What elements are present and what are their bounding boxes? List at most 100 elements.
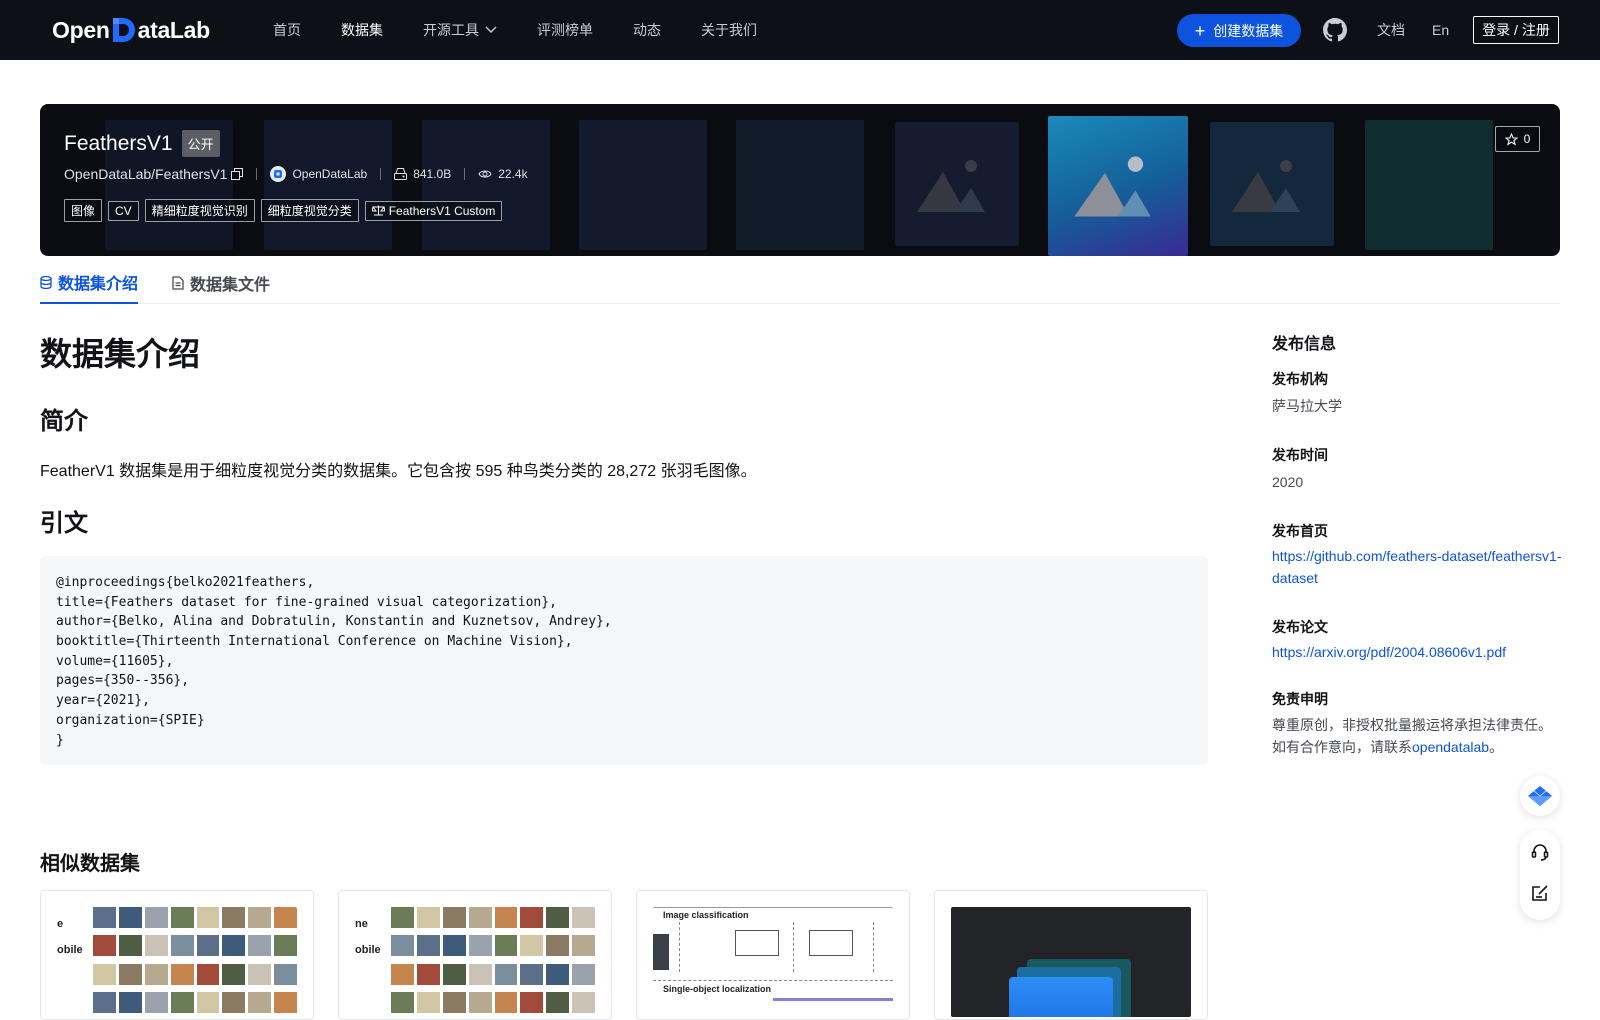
similar-dataset-card[interactable]: e obile: [40, 890, 314, 1020]
thumbnail-text: obile: [355, 944, 381, 956]
disclaimer-text: 尊重原创，非授权批量搬运将承担法律责任。 如有合作意向，请联系opendatal…: [1272, 717, 1552, 755]
thumbnail-tile: [222, 935, 246, 957]
thumbnail-tile: [93, 907, 116, 928]
thumbnail-tile: [93, 935, 116, 957]
create-dataset-button[interactable]: + 创建数据集: [1177, 14, 1301, 47]
thumbnail-text: ne: [355, 918, 368, 930]
divider: [256, 168, 258, 180]
dataset-title: FeathersV1 公开: [64, 130, 220, 157]
image-placeholder-icon: [1048, 116, 1188, 256]
publisher[interactable]: OpenDataLab: [270, 166, 367, 182]
thumbnail-tile: [248, 963, 272, 985]
homepage-link[interactable]: https://github.com/feathers-dataset/feat…: [1272, 545, 1562, 589]
file-icon: [172, 276, 184, 290]
thumbnail-tile: [274, 991, 297, 1013]
nav-datasets[interactable]: 数据集: [341, 20, 383, 40]
thumbnail-tile: [248, 991, 272, 1013]
paper-link[interactable]: https://arxiv.org/pdf/2004.08606v1.pdf: [1272, 641, 1562, 663]
thumbnail-tile: [93, 991, 116, 1013]
divider: [679, 922, 680, 972]
logo-d-icon: [111, 16, 137, 44]
thumbnail-tile: [196, 907, 220, 928]
thumbnail-tile: [572, 907, 595, 928]
image-placeholder-icon: [895, 122, 1019, 246]
thumbnail-tile: [546, 963, 570, 985]
github-icon[interactable]: [1323, 18, 1347, 47]
nav-leaderboard[interactable]: 评测榜单: [537, 20, 593, 40]
thumbnail-tile: [196, 963, 220, 985]
assistant-diamond-icon: [1528, 786, 1552, 806]
dataset-name: FeathersV1: [64, 131, 173, 155]
thumbnail-tile: [442, 963, 466, 985]
thumbnail-tile: [144, 963, 168, 985]
tab-dataset-files[interactable]: 数据集文件: [172, 262, 270, 304]
tag[interactable]: CV: [108, 200, 139, 221]
tag[interactable]: 图像: [64, 199, 103, 222]
intro-heading: 简介: [40, 408, 88, 435]
nav-language[interactable]: En: [1432, 0, 1449, 60]
tab-dataset-intro[interactable]: 数据集介绍: [40, 262, 139, 304]
similar-dataset-card[interactable]: Image classification Single-object local…: [636, 890, 910, 1020]
thumbnail-text: obile: [57, 944, 83, 956]
publisher-avatar-icon: [270, 166, 287, 182]
thumbnail-tile: [118, 907, 142, 928]
code-line: }: [56, 732, 64, 748]
nav-home[interactable]: 首页: [273, 20, 301, 40]
thumbnail-tile: [274, 907, 297, 928]
contact-link[interactable]: opendatalab: [1412, 739, 1489, 755]
thumbnail-tile: [494, 991, 518, 1013]
license-tag[interactable]: FeathersV1 Custom: [364, 200, 503, 221]
image-placeholder-icon: [1210, 122, 1334, 246]
thumbnail-tile: [196, 935, 220, 957]
plus-icon: +: [1194, 20, 1206, 41]
similar-dataset-card[interactable]: ne obile: [338, 890, 612, 1020]
feedback-icon[interactable]: [1530, 883, 1550, 903]
logo[interactable]: Open ataLab: [52, 15, 210, 45]
tag[interactable]: 精细粒度视觉识别: [144, 199, 255, 222]
thumbnail-tile: [274, 963, 297, 985]
image-grid: [93, 907, 297, 1017]
thumbnail-text: Image classification: [663, 910, 749, 920]
banner-tile: [422, 120, 550, 250]
page-title: 数据集介绍: [40, 336, 201, 372]
card-thumbnail: Image classification Single-object local…: [653, 907, 893, 1017]
card-thumbnail: [951, 907, 1191, 1017]
code-line: author={Belko, Alina and Dobratulin, Kon…: [56, 614, 612, 630]
code-line: year={2021},: [56, 693, 150, 709]
thumbnail-tile: [442, 907, 466, 928]
thumbnail-tile: [572, 991, 595, 1013]
tag-list: 图像 CV 精细粒度视觉识别 细粒度视觉分类 FeathersV1 Custom: [64, 199, 508, 222]
similar-dataset-card[interactable]: [934, 890, 1208, 1020]
banner-tile: [736, 120, 864, 250]
divider: [380, 168, 382, 180]
code-line: title={Feathers dataset for fine-grained…: [56, 594, 557, 610]
visibility-badge: 公开: [181, 130, 220, 157]
nav-docs[interactable]: 文档: [1377, 0, 1405, 60]
diagram-box: [809, 930, 853, 956]
card-thumbnail: e obile: [57, 907, 297, 1017]
homepage-label: 发布首页: [1272, 523, 1328, 539]
assistant-button[interactable]: [1520, 776, 1560, 816]
code-line: booktitle={Thirteenth International Conf…: [56, 634, 573, 650]
nav-open-tools[interactable]: 开源工具: [423, 20, 497, 40]
citation-heading: 引文: [40, 510, 88, 537]
customer-service-icon[interactable]: [1530, 842, 1550, 862]
star-button[interactable]: 0: [1495, 126, 1540, 152]
floating-action-group: [1520, 830, 1560, 920]
thumbnail-tile: [274, 935, 297, 957]
dataset-path: OpenDataLab/FeathersV1: [64, 166, 228, 182]
dataset-meta: OpenDataLab/FeathersV1 OpenDataLab 841.0…: [64, 166, 528, 182]
nav-about[interactable]: 关于我们: [701, 20, 757, 40]
thumbnail-tile: [93, 963, 116, 985]
thumbnail-tile: [222, 963, 246, 985]
thumbnail-tile: [144, 907, 168, 928]
thumbnail-tile: [546, 935, 570, 957]
nav-news[interactable]: 动态: [633, 20, 661, 40]
thumbnail-tile: [572, 935, 595, 957]
code-line: volume={11605},: [56, 653, 174, 669]
thumbnail-tile: [118, 991, 142, 1013]
thumbnail-image: [653, 934, 669, 970]
tag[interactable]: 细粒度视觉分类: [260, 199, 359, 222]
login-register-button[interactable]: 登录 / 注册: [1473, 16, 1559, 44]
copy-icon[interactable]: [231, 168, 244, 180]
